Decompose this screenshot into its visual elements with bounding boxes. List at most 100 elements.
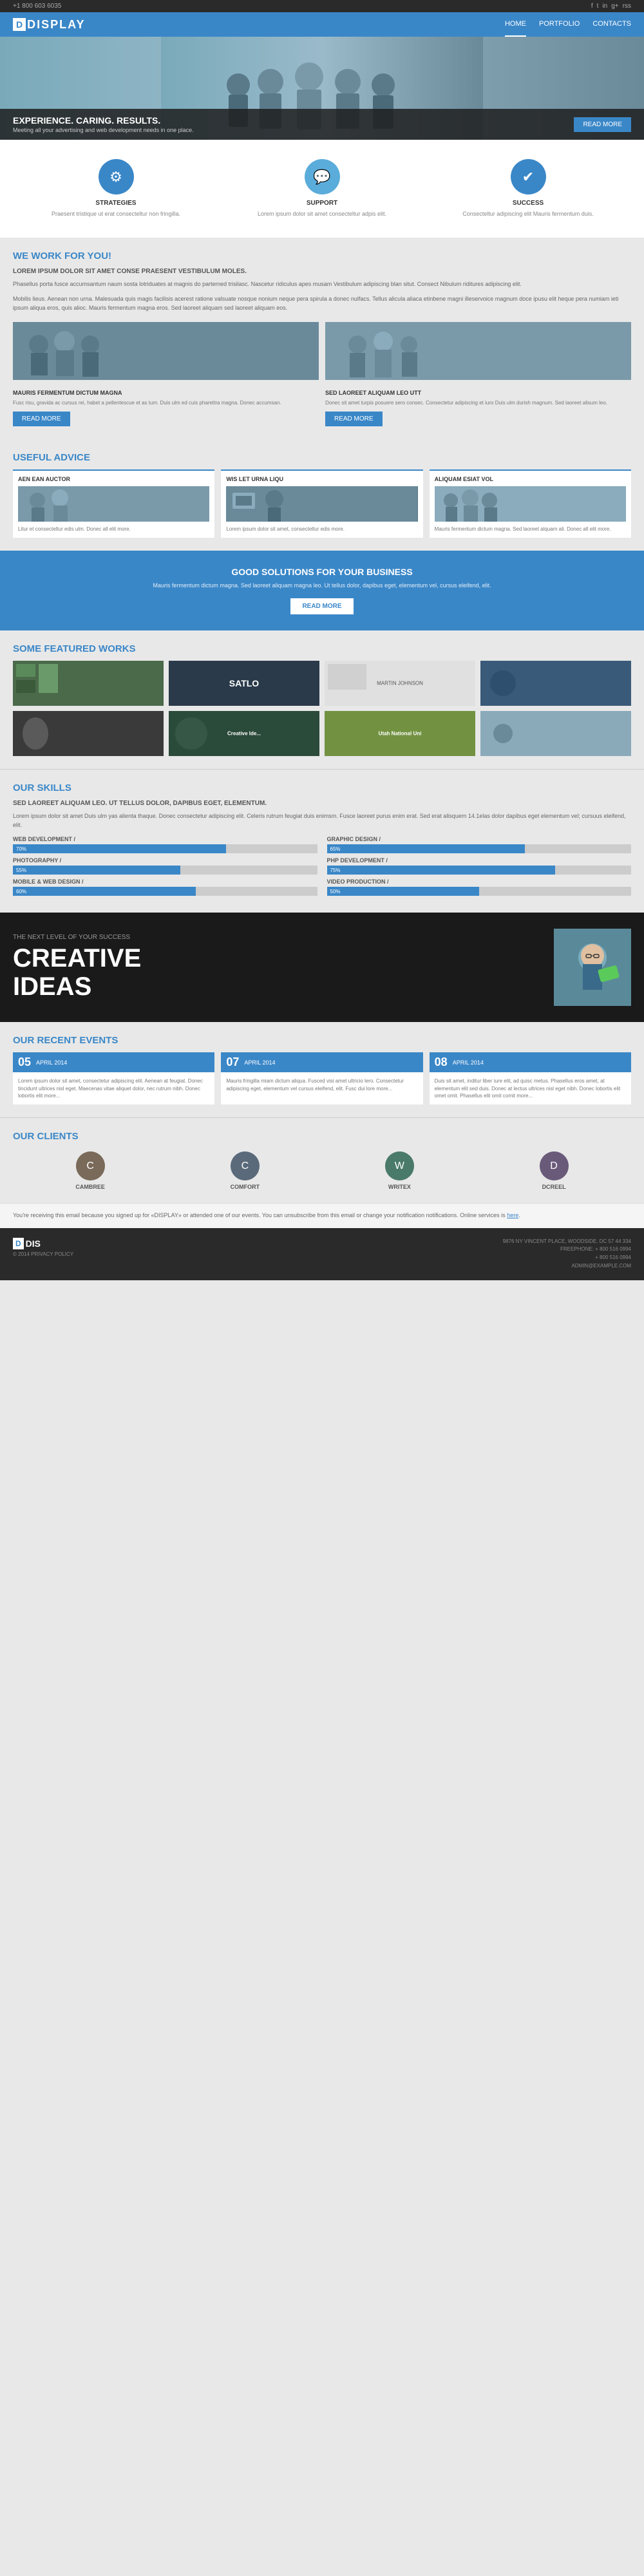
nav-portfolio[interactable]: PORTFOLIO	[539, 12, 580, 37]
linkedin-icon[interactable]: in	[602, 3, 607, 10]
thumb-label-2: SATLO	[229, 678, 259, 688]
event-day-1: 05	[18, 1056, 31, 1069]
skill-php-pct: 75%	[330, 867, 341, 873]
footer-phone2: + 800 516 0994	[503, 1254, 631, 1262]
useful-advice-title: USEFUL ADVICE	[13, 452, 631, 463]
nav-home[interactable]: HOME	[505, 12, 526, 37]
event-header-2: 07 APRIL 2014	[221, 1052, 422, 1072]
work-col2-title: SED LAOREET ALIQUAM LEO UTT	[325, 390, 631, 396]
top-bar: +1 800 603 6035 f t in g+ rss	[0, 0, 644, 12]
work-thumb-7[interactable]: Utah National Uni	[325, 711, 475, 756]
client-writex: W WRITEX	[385, 1151, 414, 1190]
good-solutions-title: GOOD SOLUTIONS FOR YOUR BUSINESS	[13, 567, 631, 577]
work-read-more-1[interactable]: READ MORE	[13, 412, 70, 426]
skills-col-left: WEB DEVELOPMENT / 70% PHOTOGRAPHY / 55% …	[13, 836, 317, 900]
event-body-3: Duis sit amet, inditur liber iure elit, …	[430, 1072, 631, 1104]
event-text-2: Mauris fringilla miam dictum aliqua. Fus…	[226, 1077, 417, 1092]
googleplus-icon[interactable]: g+	[611, 3, 618, 10]
nav-contacts[interactable]: CONTACTS	[592, 12, 631, 37]
logo-text: DISPLAY	[27, 18, 85, 32]
rss-icon[interactable]: rss	[623, 3, 631, 10]
skill-mobile: MOBILE & WEB DESIGN / 60%	[13, 878, 317, 896]
footer-address: 9876 NY VINCENT PLACE, WOODSIDE, DC 57 4…	[503, 1238, 631, 1246]
footer-logo: D DIS	[13, 1238, 73, 1249]
facebook-icon[interactable]: f	[591, 3, 593, 10]
client-cambree-name: CAMBREE	[75, 1184, 105, 1190]
advice-card-3: ALIQUAM ESIAT VOL Mauris fermentum dictu…	[430, 469, 631, 538]
client-writex-icon: W	[385, 1151, 414, 1180]
skill-php-fill: 75%	[327, 866, 555, 875]
skill-mobile-track: 60%	[13, 887, 317, 896]
skill-php-label: PHP DEVELOPMENT /	[327, 857, 632, 864]
recent-events-section: OUR RECENT EVENTS 05 APRIL 2014 Lorem ip…	[0, 1022, 644, 1117]
advice-svg-1	[18, 486, 209, 522]
client-comfort-name: COMFORT	[231, 1184, 260, 1190]
we-work-title: WE WORK FOR YOU!	[13, 251, 631, 261]
hero-cta-button[interactable]: READ MORE	[574, 117, 631, 132]
client-dcreel: D DCREEL	[540, 1151, 569, 1190]
good-solutions-subtitle: Mauris fermentum dictum magna. Sed laore…	[13, 582, 631, 589]
skill-video-track: 50%	[327, 887, 632, 896]
we-work-section: WE WORK FOR YOU! LOREM IPSUM DOLOR SIT A…	[0, 238, 644, 440]
advice-img-3	[435, 486, 626, 522]
work-thumb-8[interactable]	[480, 711, 631, 756]
event-card-1: 05 APRIL 2014 Lorem ipsum dolor sit amet…	[13, 1052, 214, 1104]
hero-overlay: EXPERIENCE. CARING. RESULTS. Meeting all…	[0, 109, 644, 140]
advice-svg-3	[435, 486, 626, 522]
skill-mobile-fill: 60%	[13, 887, 196, 896]
work-thumb-3[interactable]: MARTIN JOHNSON	[325, 661, 475, 706]
featured-works-title: SOME FEATURED WORKS	[13, 643, 631, 654]
event-day-3: 08	[435, 1056, 448, 1069]
skill-php-track: 75%	[327, 866, 632, 875]
skill-photography-fill: 55%	[13, 866, 180, 875]
event-body-2: Mauris fringilla miam dictum aliqua. Fus…	[221, 1072, 422, 1097]
advice-img-1	[18, 486, 209, 522]
logo-box: D	[13, 18, 26, 31]
skill-video-fill: 50%	[327, 887, 479, 896]
good-solutions-cta[interactable]: READ MORE	[290, 598, 353, 614]
work-thumb-4[interactable]	[480, 661, 631, 706]
client-writex-name: WRITEX	[385, 1184, 414, 1190]
skill-graphic: GRAPHIC DESIGN / 65%	[327, 836, 632, 853]
work-thumb-1[interactable]	[13, 661, 164, 706]
good-solutions-section: GOOD SOLUTIONS FOR YOUR BUSINESS Mauris …	[0, 551, 644, 630]
skills-title: OUR SKILLS	[13, 782, 631, 793]
work-thumb-6[interactable]: Creative Ide...	[169, 711, 319, 756]
advice-text-2: Lorem ipsum dolor sit amet, consecteltur…	[226, 526, 417, 533]
work-image-2	[325, 322, 631, 380]
work-read-more-2[interactable]: READ MORE	[325, 412, 383, 426]
footer: D DIS © 2014 PRIVACY POLICY 9876 NY VINC…	[0, 1228, 644, 1280]
work-thumb-2[interactable]: SATLO	[169, 661, 319, 706]
twitter-icon[interactable]: t	[597, 3, 599, 10]
we-work-subtitle: LOREM IPSUM DOLOR SIT AMET CONSE PRAESEN…	[13, 268, 631, 275]
client-dcreel-name: DCREEL	[540, 1184, 569, 1190]
skill-web-dev: WEB DEVELOPMENT / 70%	[13, 836, 317, 853]
skill-mobile-label: MOBILE & WEB DESIGN /	[13, 878, 317, 885]
advice-card-2: WIS LET URNA LIQU Lorem ipsum dolor sit …	[221, 469, 422, 538]
strategies-label: STRATEGIES	[19, 200, 213, 207]
footer-email-link[interactable]: here	[507, 1212, 518, 1218]
footer-info: 9876 NY VINCENT PLACE, WOODSIDE, DC 57 4…	[503, 1238, 631, 1271]
clients-section: OUR CLIENTS C CAMBREE C COMFORT W WRITEX…	[0, 1118, 644, 1203]
logo[interactable]: D DISPLAY	[13, 13, 85, 37]
work-col-2: SED LAOREET ALIQUAM LEO UTT Donec sit am…	[325, 390, 631, 426]
gear-icon: ⚙	[99, 159, 134, 194]
works-grid: SATLO MARTIN JOHNSON	[13, 661, 631, 756]
creative-line1: CREATIVE	[13, 944, 141, 972]
footer-email-addr: ADMIN@EXAMPLE.COM	[503, 1262, 631, 1271]
nav-links: HOME PORTFOLIO CONTACTS	[505, 12, 631, 37]
skill-graphic-label: GRAPHIC DESIGN /	[327, 836, 632, 842]
thumb-svg-1	[13, 661, 164, 706]
work-thumb-5[interactable]	[13, 711, 164, 756]
skill-photography-pct: 55%	[16, 867, 26, 873]
work-img-svg-2	[325, 322, 631, 380]
thumb-label-3: MARTIN JOHNSON	[377, 681, 423, 687]
client-comfort-icon: C	[231, 1151, 260, 1180]
we-work-para1: Phasellus porta fusce accumsantum naum s…	[13, 280, 631, 289]
skill-php: PHP DEVELOPMENT / 75%	[327, 857, 632, 875]
feature-strategies: ⚙ STRATEGIES Praesent tristique ut erat …	[13, 153, 219, 225]
navigation: D DISPLAY HOME PORTFOLIO CONTACTS	[0, 12, 644, 37]
event-day-2: 07	[226, 1056, 239, 1069]
skill-graphic-pct: 65%	[330, 846, 341, 852]
skill-web-dev-label: WEB DEVELOPMENT /	[13, 836, 317, 842]
